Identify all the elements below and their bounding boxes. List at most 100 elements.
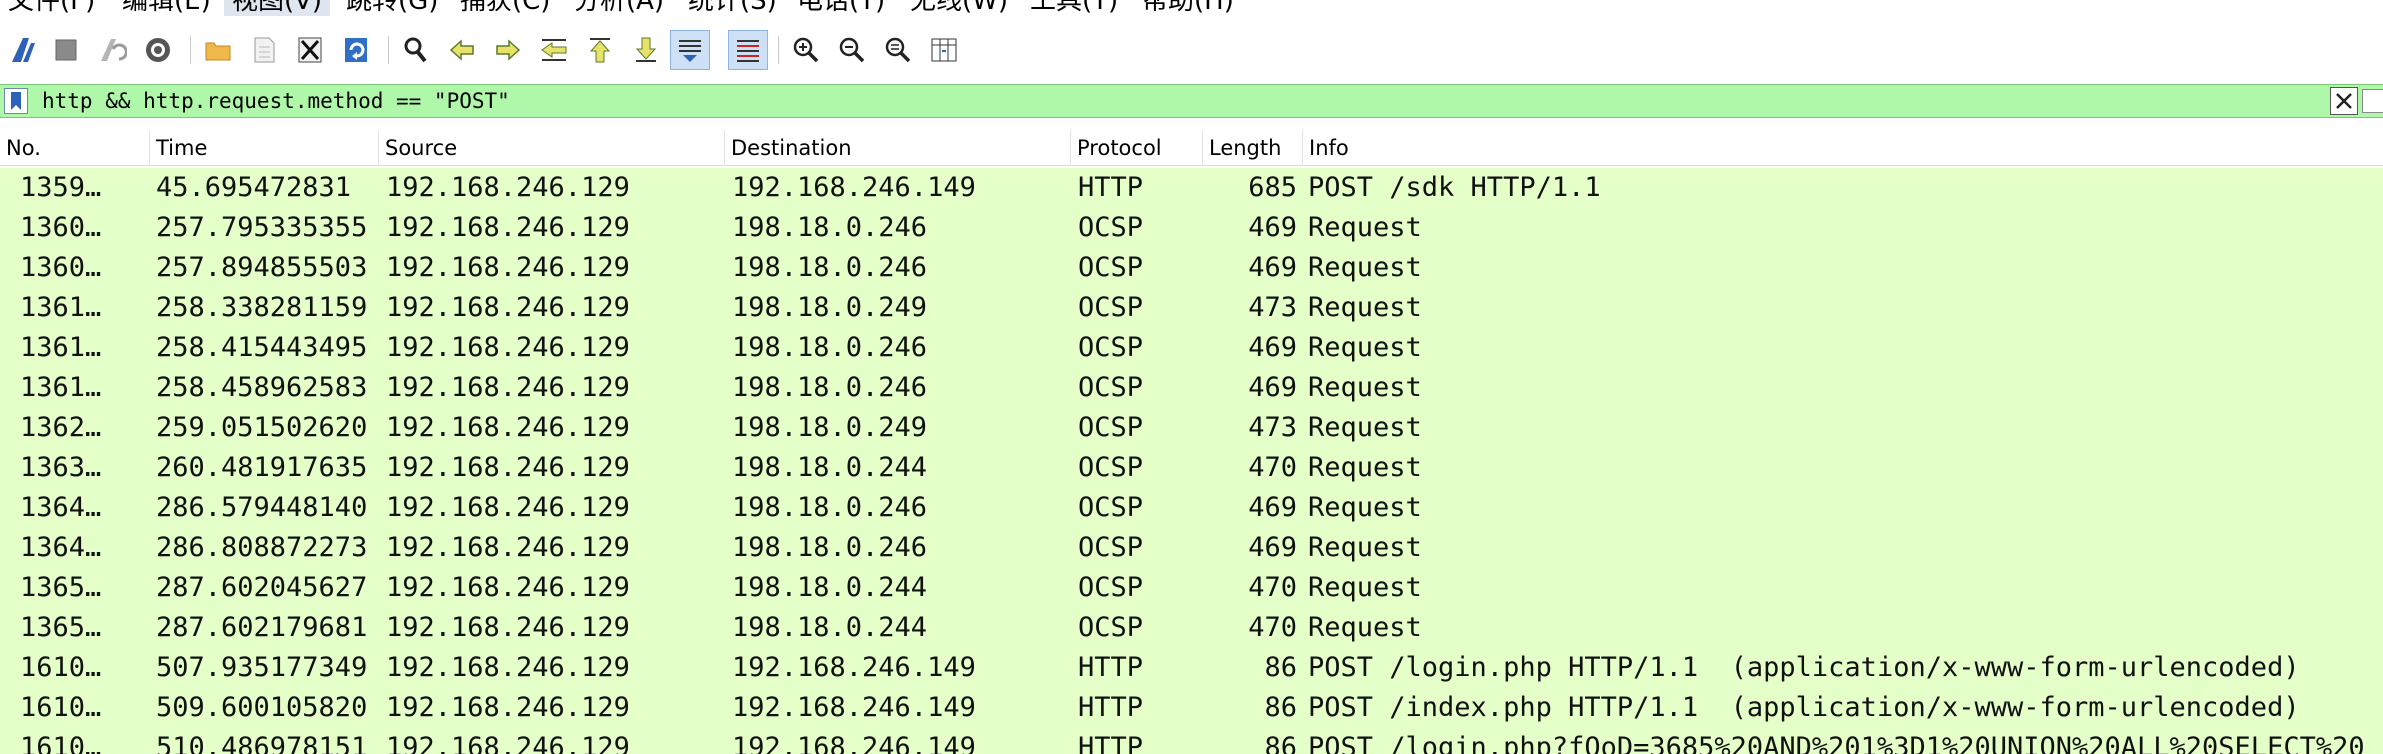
colorize-icon[interactable] (728, 30, 768, 70)
cell-length: 469 (1248, 492, 1297, 523)
cell-source: 192.168.246.129 (386, 732, 630, 754)
display-filter-input[interactable]: http && http.request.method == "POST" (42, 87, 510, 115)
cell-time: 507.935177349 (156, 652, 368, 683)
cell-source: 192.168.246.129 (386, 532, 630, 563)
packet-row[interactable]: 1360… 257.795335355 192.168.246.129 198.18.… (0, 208, 2383, 248)
cell-source: 192.168.246.129 (386, 252, 630, 283)
cell-protocol: HTTP (1078, 692, 1144, 723)
cell-info: Request (1308, 612, 1422, 643)
menu-go[interactable]: 跳转(G) (346, 0, 438, 16)
cell-protocol: HTTP (1078, 732, 1144, 754)
menu-wireless[interactable]: 无线(W) (910, 0, 1008, 16)
cell-time: 45.695472831 (156, 172, 352, 203)
packet-list-header: No. Time Source Destination Protocol Len… (0, 130, 2383, 166)
cell-protocol: OCSP (1078, 292, 1144, 323)
column-header-destination[interactable]: Destination (725, 130, 1071, 166)
packet-row[interactable]: 1365… 287.602179681 192.168.246.129 198.18.… (0, 608, 2383, 648)
menu-telephony[interactable]: 电话(Y) (797, 0, 885, 16)
cell-destination: 198.18.0.246 (732, 212, 928, 243)
go-first-packet-icon[interactable] (580, 30, 620, 70)
packet-row[interactable]: 1364… 286.579448140 192.168.246.129 198.18.… (0, 488, 2383, 528)
packet-row[interactable]: 1364… 286.808872273 192.168.246.129 198.18.… (0, 528, 2383, 568)
packet-row[interactable]: 1610… 507.935177349 192.168.246.129 192.168… (0, 648, 2383, 688)
menu-bar: 文件(F) 编辑(E) 视图(V) 跳转(G) 捕获(C) 分析(A) 统计(S… (0, 0, 2383, 22)
reload-file-icon[interactable] (336, 30, 376, 70)
column-header-info[interactable]: Info (1303, 130, 2383, 166)
cell-protocol: OCSP (1078, 492, 1144, 523)
cell-source: 192.168.246.129 (386, 652, 630, 683)
cell-source: 192.168.246.129 (386, 692, 630, 723)
save-file-icon[interactable] (244, 30, 284, 70)
cell-no: 1364… (20, 532, 102, 563)
packet-row[interactable]: 1361… 258.458962583 192.168.246.129 198.18.… (0, 368, 2383, 408)
go-forward-icon[interactable] (488, 30, 528, 70)
cell-time: 287.602045627 (156, 572, 368, 603)
cell-time: 257.795335355 (156, 212, 368, 243)
go-to-packet-icon[interactable] (534, 30, 574, 70)
column-header-source[interactable]: Source (379, 130, 725, 166)
packet-row[interactable]: 1361… 258.338281159 192.168.246.129 198.18.… (0, 288, 2383, 328)
packet-row[interactable]: 1610… 510.486978151 192.168.246.129 192.168… (0, 728, 2383, 754)
menu-file[interactable]: 文件(F) (8, 0, 95, 16)
packet-row[interactable]: 1361… 258.415443495 192.168.246.129 198.18.… (0, 328, 2383, 368)
menu-analyze[interactable]: 分析(A) (574, 0, 664, 16)
cell-length: 469 (1248, 532, 1297, 563)
cell-info: Request (1308, 292, 1422, 323)
cell-no: 1359… (20, 172, 102, 203)
menu-edit[interactable]: 编辑(E) (122, 0, 211, 16)
packet-row[interactable]: 1362… 259.051502620 192.168.246.129 198.18.… (0, 408, 2383, 448)
restart-capture-icon[interactable] (92, 30, 132, 70)
menu-capture[interactable]: 捕获(C) (460, 0, 550, 16)
packet-row[interactable]: 1365… 287.602045627 192.168.246.129 198.18.… (0, 568, 2383, 608)
cell-no: 1361… (20, 292, 102, 323)
cell-protocol: OCSP (1078, 532, 1144, 563)
zoom-out-icon[interactable] (832, 30, 872, 70)
cell-no: 1361… (20, 372, 102, 403)
cell-destination: 192.168.246.149 (732, 172, 976, 203)
zoom-normal-icon[interactable] (878, 30, 918, 70)
menu-tools[interactable]: 工具(T) (1030, 0, 1118, 16)
cell-info: Request (1308, 212, 1422, 243)
cell-destination: 192.168.246.149 (732, 692, 976, 723)
capture-options-icon[interactable] (138, 30, 178, 70)
column-header-length[interactable]: Length (1203, 130, 1303, 166)
cell-info: POST /sdk HTTP/1.1 (1308, 172, 1601, 203)
apply-filter-icon[interactable] (2362, 89, 2383, 113)
cell-info: Request (1308, 372, 1422, 403)
auto-scroll-icon[interactable] (670, 30, 710, 70)
menu-statistics[interactable]: 统计(S) (688, 0, 777, 16)
cell-no: 1610… (20, 732, 102, 754)
cell-source: 192.168.246.129 (386, 492, 630, 523)
column-header-protocol[interactable]: Protocol (1071, 130, 1203, 166)
cell-time: 510.486978151 (156, 732, 368, 754)
find-packet-icon[interactable] (396, 30, 436, 70)
cell-destination: 198.18.0.246 (732, 332, 928, 363)
cell-time: 287.602179681 (156, 612, 368, 643)
menu-view[interactable]: 视图(V) (224, 0, 331, 16)
clear-filter-icon[interactable] (2330, 87, 2358, 115)
packet-row[interactable]: 1363… 260.481917635 192.168.246.129 198.18.… (0, 448, 2383, 488)
column-header-time[interactable]: Time (150, 130, 379, 166)
cell-protocol: OCSP (1078, 332, 1144, 363)
close-file-icon[interactable] (290, 30, 330, 70)
zoom-in-icon[interactable] (786, 30, 826, 70)
cell-no: 1360… (20, 252, 102, 283)
cell-info: Request (1308, 412, 1422, 443)
filter-bookmark-icon[interactable] (4, 88, 28, 114)
go-last-packet-icon[interactable] (626, 30, 666, 70)
packet-row[interactable]: 1359… 45.695472831 192.168.246.129 192.168.… (0, 168, 2383, 208)
cell-source: 192.168.246.129 (386, 292, 630, 323)
resize-columns-icon[interactable] (924, 30, 964, 70)
open-file-icon[interactable] (198, 30, 238, 70)
cell-length: 685 (1248, 172, 1297, 203)
packet-row[interactable]: 1610… 509.600105820 192.168.246.129 192.168… (0, 688, 2383, 728)
cell-destination: 198.18.0.244 (732, 452, 928, 483)
cell-time: 286.808872273 (156, 532, 368, 563)
start-capture-icon[interactable] (4, 30, 44, 70)
column-header-no[interactable]: No. (0, 130, 150, 166)
cell-destination: 198.18.0.246 (732, 372, 928, 403)
stop-capture-icon[interactable] (46, 30, 86, 70)
packet-row[interactable]: 1360… 257.894855503 192.168.246.129 198.18.… (0, 248, 2383, 288)
menu-help[interactable]: 帮助(H) (1142, 0, 1234, 16)
go-back-icon[interactable] (442, 30, 482, 70)
